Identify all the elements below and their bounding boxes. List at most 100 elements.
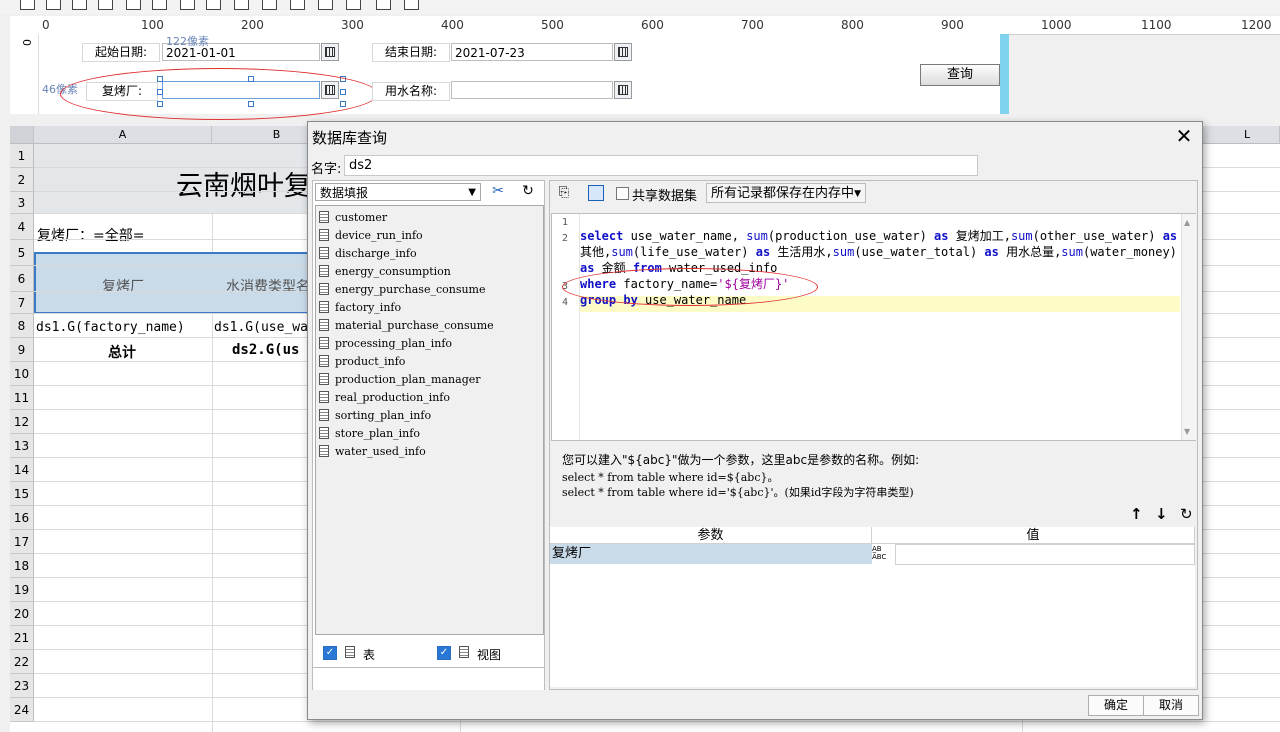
upload-widget-icon[interactable] (376, 0, 391, 10)
ruler-tick: 0 (42, 18, 50, 32)
table-list-item[interactable]: sorting_plan_info (319, 407, 431, 425)
ruler-tick: 700 (741, 18, 764, 32)
row-header[interactable]: 21 (10, 626, 34, 650)
tree-widget-icon[interactable] (290, 0, 305, 10)
radio-widget-icon[interactable] (234, 0, 249, 10)
table-list-item[interactable]: material_purchase_consume (319, 317, 494, 335)
dropdown-icon[interactable] (614, 81, 632, 99)
preview-icon[interactable]: ⎘ (556, 185, 572, 201)
save-icon[interactable] (588, 185, 604, 201)
select-all-corner[interactable] (10, 126, 34, 144)
row-header[interactable]: 7 (10, 292, 34, 314)
column-header-a[interactable]: A (34, 126, 212, 144)
insert-icon[interactable] (20, 0, 35, 10)
calendar-icon[interactable] (321, 43, 339, 61)
row-header[interactable]: 4 (10, 214, 34, 240)
move-down-icon[interactable]: ↓ (1155, 505, 1168, 523)
row-header[interactable]: 6 (10, 266, 34, 292)
table-list-item[interactable]: device_run_info (319, 227, 423, 245)
table-list-item[interactable]: energy_purchase_consume (319, 281, 486, 299)
table-name: processing_plan_info (335, 337, 453, 350)
end-date-input[interactable]: 2021-07-23 (451, 43, 613, 61)
editor-scrollbar[interactable]: ▲ ▼ (1181, 214, 1196, 440)
calendar-icon[interactable] (614, 43, 632, 61)
checkbox-widget-icon[interactable] (262, 0, 277, 10)
row-header[interactable]: 3 (10, 192, 34, 214)
filter-field[interactable] (313, 667, 544, 690)
table-list-item[interactable]: discharge_info (319, 245, 417, 263)
button-widget-icon[interactable] (72, 0, 87, 10)
value-column-header: 值 (872, 527, 1195, 544)
row-header[interactable]: 13 (10, 434, 34, 458)
param-column-header: 参数 (550, 527, 872, 544)
row-header[interactable]: 11 (10, 386, 34, 410)
cell-a7[interactable]: ds1.G(factory_name) (36, 320, 185, 335)
row-header[interactable]: 12 (10, 410, 34, 434)
ok-button[interactable]: 确定 (1088, 695, 1144, 716)
move-up-icon[interactable]: ↑ (1130, 505, 1143, 523)
cell-b7[interactable]: ds1.G(use_wa (214, 320, 308, 335)
table-list-item[interactable]: processing_plan_info (319, 335, 452, 353)
param-row-name[interactable]: 复烤厂 (550, 544, 872, 564)
number-widget-icon[interactable] (180, 0, 195, 10)
row-header[interactable]: 5 (10, 240, 34, 266)
database-query-dialog: 数据库查询 ✕ 名字: ds2 数据填报 ▼ ✂ ↻ customer devic… (307, 121, 1203, 720)
textarea-widget-icon[interactable] (206, 0, 221, 10)
grid-widget-icon[interactable] (152, 0, 167, 10)
refresh-params-icon[interactable]: ↻ (1180, 505, 1193, 523)
more-widgets-icon[interactable] (404, 0, 419, 10)
row-header[interactable]: 1 (10, 144, 34, 168)
table-list-item[interactable]: water_used_info (319, 443, 426, 461)
row-header[interactable]: 19 (10, 578, 34, 602)
table-list-item[interactable]: factory_info (319, 299, 401, 317)
close-icon[interactable]: ✕ (1174, 126, 1194, 146)
table-list-item[interactable]: customer (319, 209, 387, 227)
type-abc-icon[interactable]: A̲B ABC (872, 545, 894, 564)
row-header[interactable]: 18 (10, 554, 34, 578)
textfield-widget-icon[interactable] (98, 0, 113, 10)
dataset-name-input[interactable]: ds2 (344, 155, 978, 176)
row-header[interactable]: 9 (10, 338, 34, 362)
row-header[interactable]: 2 (10, 168, 34, 192)
row-header[interactable]: 10 (10, 362, 34, 386)
table-list-item[interactable]: product_info (319, 353, 405, 371)
query-button[interactable]: 查询 (920, 64, 1000, 86)
connection-settings-icon[interactable]: ✂ (487, 181, 509, 201)
table-list-item[interactable]: production_plan_manager (319, 371, 481, 389)
refresh-icon[interactable]: ↻ (517, 181, 539, 201)
param-value-input[interactable] (895, 544, 1195, 565)
table-list-item[interactable]: store_plan_info (319, 425, 420, 443)
share-dataset-checkbox[interactable] (616, 187, 629, 200)
row-header[interactable]: 15 (10, 482, 34, 506)
row-header[interactable]: 20 (10, 602, 34, 626)
row-header[interactable]: 17 (10, 530, 34, 554)
row-header[interactable]: 14 (10, 458, 34, 482)
label-widget-icon[interactable] (46, 0, 61, 10)
datasource-select[interactable]: 数据填报 ▼ (315, 183, 481, 201)
table-list-item[interactable]: energy_consumption (319, 263, 451, 281)
show-tables-checkbox[interactable]: ✓ (323, 646, 337, 660)
show-tables-label: 表 (363, 648, 376, 662)
column-header-l[interactable]: L (1202, 126, 1280, 144)
row-header[interactable]: 24 (10, 698, 34, 722)
cancel-button[interactable]: 取消 (1143, 695, 1199, 716)
show-views-checkbox[interactable]: ✓ (437, 646, 451, 660)
sql-editor[interactable]: 1 2 3 4 select use_water_name, sum(produ… (551, 213, 1196, 441)
width-hint: 122像素 (166, 35, 209, 48)
cell-a8[interactable]: 总计 (108, 342, 136, 362)
table-name: real_production_info (335, 391, 450, 404)
row-header[interactable]: 16 (10, 506, 34, 530)
row-header[interactable]: 8 (10, 314, 34, 338)
cell-b8[interactable]: ds2.G(us (232, 342, 299, 358)
table-list: customer device_run_info discharge_info ene… (315, 205, 544, 635)
list-widget-icon[interactable] (346, 0, 361, 10)
row-header[interactable]: 23 (10, 674, 34, 698)
memory-mode-select[interactable]: 所有记录都保存在内存中 ▼ (706, 183, 866, 203)
row-header[interactable]: 22 (10, 650, 34, 674)
ruler-tick: 100 (141, 18, 164, 32)
pane-boundary[interactable] (1000, 34, 1009, 114)
date-widget-icon[interactable] (318, 0, 333, 10)
water-name-input[interactable] (451, 81, 613, 99)
combo-widget-icon[interactable] (126, 0, 141, 10)
table-list-item[interactable]: real_production_info (319, 389, 450, 407)
